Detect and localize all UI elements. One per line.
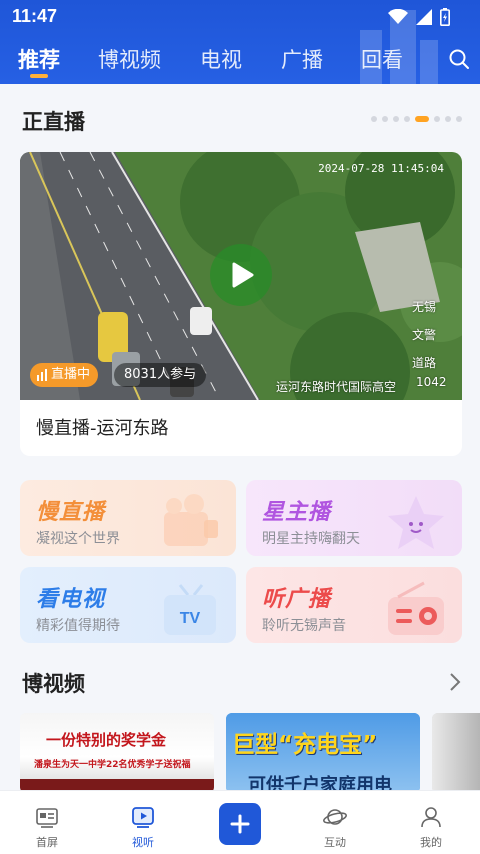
signal-icon	[416, 9, 432, 25]
add-content-button[interactable]	[219, 803, 261, 845]
plus-icon	[230, 814, 250, 834]
carousel-indicator	[371, 116, 462, 122]
video-thumb[interactable]: 一份特别的奖学金 潘泉生为天一中学22名优秀学子送祝福	[20, 713, 214, 793]
carousel-dot	[371, 116, 377, 122]
carousel-dot	[445, 116, 451, 122]
participant-count: 8031人参与	[114, 363, 207, 387]
video-headline: 一份特别的奖学金	[46, 731, 167, 749]
battery-icon	[440, 8, 450, 26]
nav-label: 我的	[420, 836, 442, 849]
carousel-dot	[393, 116, 399, 122]
play-icon	[232, 262, 254, 288]
carousel-dot-active	[415, 116, 429, 122]
video-thumb[interactable]: 巨型“充电宝” 可供千户家庭用电	[226, 713, 420, 793]
category-title: 看电视	[36, 587, 106, 612]
stream-timestamp: 2024-07-28 11:45:04	[318, 162, 444, 175]
category-subtitle: 凝视这个世界	[36, 531, 120, 547]
category-subtitle: 聆听无锡声音	[262, 618, 346, 634]
svg-text:TV: TV	[180, 610, 201, 627]
category-star-host[interactable]: 星主播 明星主持嗨翻天	[246, 480, 462, 556]
video-subline: 潘泉生为天一中学22名优秀学子送祝福	[34, 760, 191, 770]
status-time: 11:47	[12, 6, 58, 26]
category-watch-tv[interactable]: 看电视 精彩值得期待 TV	[20, 567, 236, 643]
chevron-right-icon[interactable]	[448, 672, 462, 692]
active-tab-indicator	[30, 74, 48, 78]
overlay-label: 道路	[412, 356, 437, 370]
overlay-caption: 运河东路时代国际高空	[276, 380, 397, 394]
video-section-title: 博视频	[22, 672, 85, 696]
home-screen-icon	[36, 808, 58, 828]
channel-tabs: 推荐 博视频 电视 广播 回看	[0, 44, 480, 84]
live-stream-title: 慢直播-运河东路	[36, 418, 169, 439]
category-title: 慢直播	[36, 500, 106, 525]
nav-label: 视听	[132, 836, 154, 849]
planet-icon	[323, 809, 347, 825]
user-icon	[421, 807, 441, 828]
wifi-icon	[388, 9, 408, 24]
live-status-badge: 直播中	[30, 363, 99, 387]
star-mascot-icon	[388, 496, 444, 549]
category-subtitle: 明星主持嗨翻天	[262, 531, 360, 547]
tab-tv[interactable]: 电视	[200, 44, 242, 74]
tab-radio[interactable]: 广播	[281, 44, 323, 74]
play-video-icon	[132, 807, 154, 828]
video-headline: 巨型“充电宝”	[232, 732, 378, 758]
carousel-dot	[456, 116, 462, 122]
tv-icon: TV	[164, 584, 216, 635]
search-icon[interactable]	[448, 48, 470, 70]
category-title: 听广播	[262, 587, 332, 612]
top-header: 11:47 推荐 博视频 电视 广播 回看	[0, 0, 480, 84]
signal-bars-icon	[37, 369, 47, 381]
camera-icon	[164, 494, 218, 546]
bottom-navigation: 首屏 视听 互动 我的	[0, 790, 480, 854]
radio-icon	[388, 581, 444, 635]
nav-home-screen[interactable]: 首屏	[12, 791, 82, 854]
overlay-label: 无锡	[412, 300, 437, 314]
carousel-dot	[382, 116, 388, 122]
live-section-title: 正直播	[22, 110, 85, 134]
video-thumb[interactable]	[432, 713, 480, 793]
tab-recommend[interactable]: 推荐	[18, 44, 60, 74]
nav-audio-video[interactable]: 视听	[108, 791, 178, 854]
nav-label: 互动	[324, 836, 346, 849]
tab-replay[interactable]: 回看	[361, 44, 403, 74]
category-title: 星主播	[262, 500, 332, 525]
overlay-code: 1042	[416, 375, 447, 389]
carousel-dot	[404, 116, 410, 122]
nav-mine[interactable]: 我的	[396, 791, 466, 854]
play-button[interactable]	[210, 244, 272, 306]
category-slow-live[interactable]: 慢直播 凝视这个世界	[20, 480, 236, 556]
live-stream-card[interactable]: 2024-07-28 11:45:04 无锡 文警 道路 运河东路时代国际高空 …	[20, 152, 462, 456]
status-bar: 11:47	[0, 0, 480, 34]
carousel-dot	[434, 116, 440, 122]
tab-bo-video[interactable]: 博视频	[98, 44, 161, 74]
category-listen-radio[interactable]: 听广播 聆听无锡声音	[246, 567, 462, 643]
category-subtitle: 精彩值得期待	[36, 618, 120, 634]
live-status-label: 直播中	[51, 367, 91, 382]
overlay-label: 文警	[412, 328, 437, 342]
nav-label: 首屏	[36, 836, 58, 849]
nav-interaction[interactable]: 互动	[300, 791, 370, 854]
live-stream-thumbnail[interactable]: 2024-07-28 11:45:04 无锡 文警 道路 运河东路时代国际高空 …	[20, 152, 462, 400]
